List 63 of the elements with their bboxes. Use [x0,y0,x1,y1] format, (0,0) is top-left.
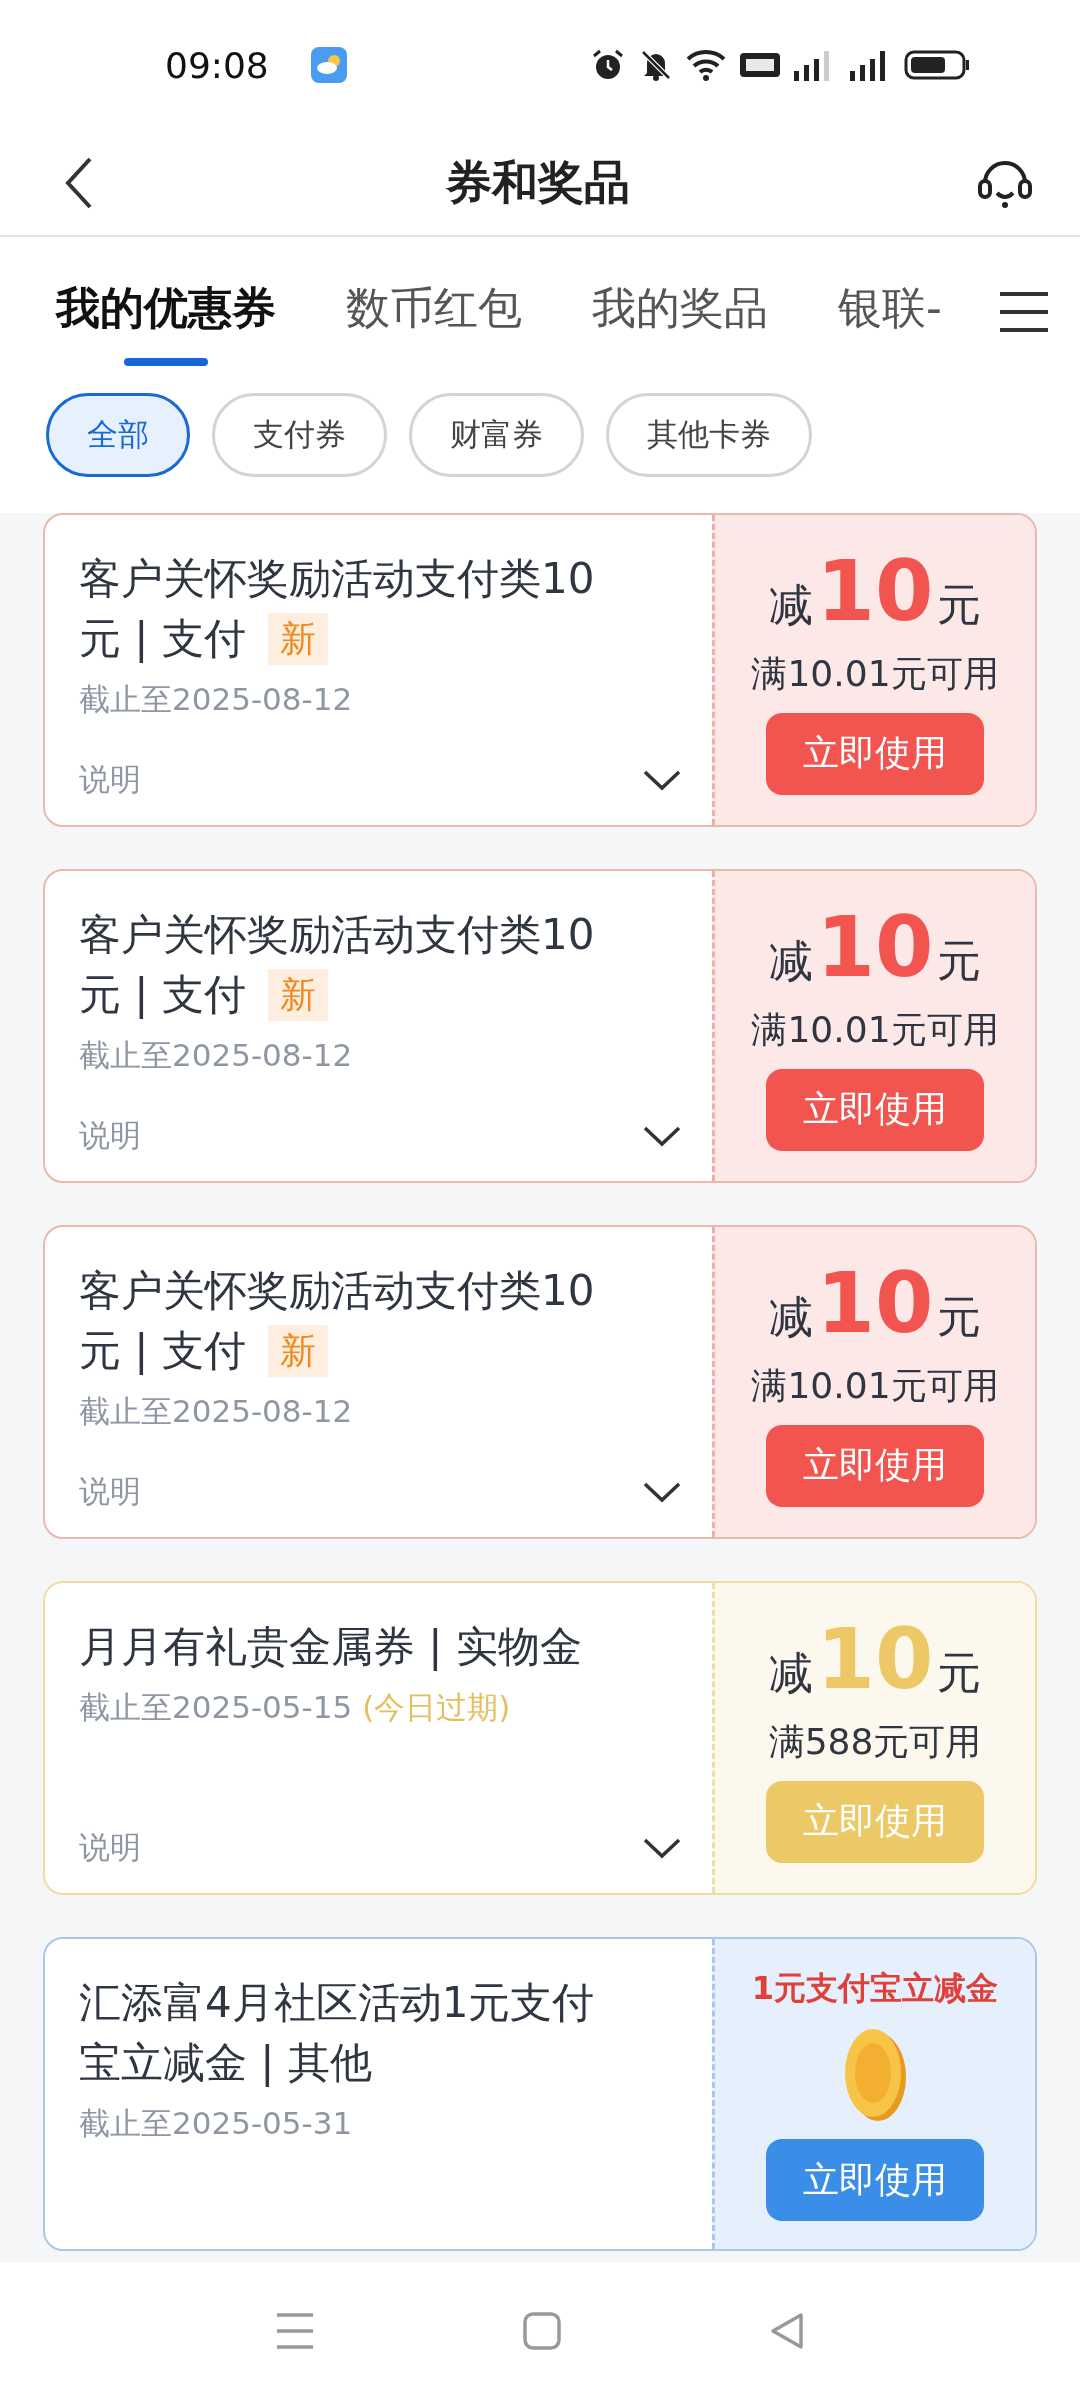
coupon-title: 元 | 支付 [79,1325,246,1377]
details-label[interactable]: 说明 [79,1471,141,1513]
discount-label: 减 [768,933,813,988]
coupon-title: 元 | 支付 [79,613,246,665]
weather-icon [310,47,347,83]
tab[interactable]: 我的优惠券 [56,258,276,366]
discount-amount: 10 [816,901,934,992]
coupon-title: 客户关怀奖励活动支付类10 [79,1265,595,1317]
currency-unit: 元 [937,1289,982,1344]
tab[interactable]: 银联- [838,258,942,366]
home-icon[interactable] [522,2311,562,2351]
new-tag: 新 [267,613,328,665]
discount-amount: 10 [816,545,934,636]
currency-unit: 元 [937,577,982,632]
deadline-text: 截止至2025-08-12 [79,1393,353,1429]
menu-icon[interactable] [998,290,1050,334]
deadline-text: 截止至2025-08-12 [79,681,353,717]
currency-unit: 元 [937,1645,982,1700]
details-label[interactable]: 说明 [79,1827,141,1869]
discount-label: 减 [768,1645,813,1700]
tab[interactable]: 我的奖品 [592,258,768,366]
details-label[interactable]: 说明 [79,1115,141,1157]
currency-unit: 元 [937,933,982,988]
chevron-down-icon[interactable] [642,768,682,792]
discount-label: 减 [768,1289,813,1344]
usage-condition: 满10.01元可用 [751,651,999,696]
expiry-note: (今日过期) [362,1689,511,1725]
wifi-icon [686,47,728,83]
use-now-button[interactable]: 立即使用 [766,712,984,795]
coupon-title: 客户关怀奖励活动支付类10 [79,553,595,605]
discount-amount: 10 [816,1613,934,1704]
usage-condition: 满10.01元可用 [751,1363,999,1408]
filter-chip[interactable]: 全部 [46,393,190,477]
usage-condition: 满588元可用 [768,1719,982,1764]
hd-icon [740,50,780,80]
use-now-button[interactable]: 立即使用 [766,1068,984,1151]
new-tag: 新 [267,969,328,1021]
deadline-text: 截止至2025-05-15 [79,1689,353,1725]
tab[interactable]: 数币红包 [346,258,522,366]
use-now-button[interactable]: 立即使用 [766,1424,984,1507]
deadline-text: 截止至2025-08-12 [79,1037,353,1073]
battery-icon [904,49,970,81]
page-title: 券和奖品 [445,153,630,211]
chevron-down-icon[interactable] [642,1836,682,1860]
coupon-title: 宝立减金 | 其他 [79,2037,372,2089]
status-time: 09:08 [165,44,269,86]
filter-chip[interactable]: 支付券 [212,393,387,477]
details-label[interactable]: 说明 [79,759,141,801]
new-tag: 新 [267,1325,328,1377]
use-now-button[interactable]: 立即使用 [766,2139,984,2221]
usage-condition: 满10.01元可用 [751,1007,999,1052]
coupon-title: 元 | 支付 [79,969,246,1021]
promo-text: 1元支付宝立减金 [751,1968,999,2009]
chevron-down-icon[interactable] [642,1480,682,1504]
discount-label: 减 [768,577,813,632]
coupon-title: 月月有礼贵金属券 | 实物金 [79,1621,582,1673]
coupon-title: 客户关怀奖励活动支付类10 [79,909,595,961]
filter-chip[interactable]: 其他卡券 [606,393,812,477]
deadline-text: 截止至2025-05-31 [79,2105,353,2141]
discount-amount: 10 [816,1257,934,1348]
filter-chip[interactable]: 财富券 [409,393,584,477]
chevron-down-icon[interactable] [642,1124,682,1148]
coupon-title: 汇添富4月社区活动1元支付 [79,1977,595,2029]
